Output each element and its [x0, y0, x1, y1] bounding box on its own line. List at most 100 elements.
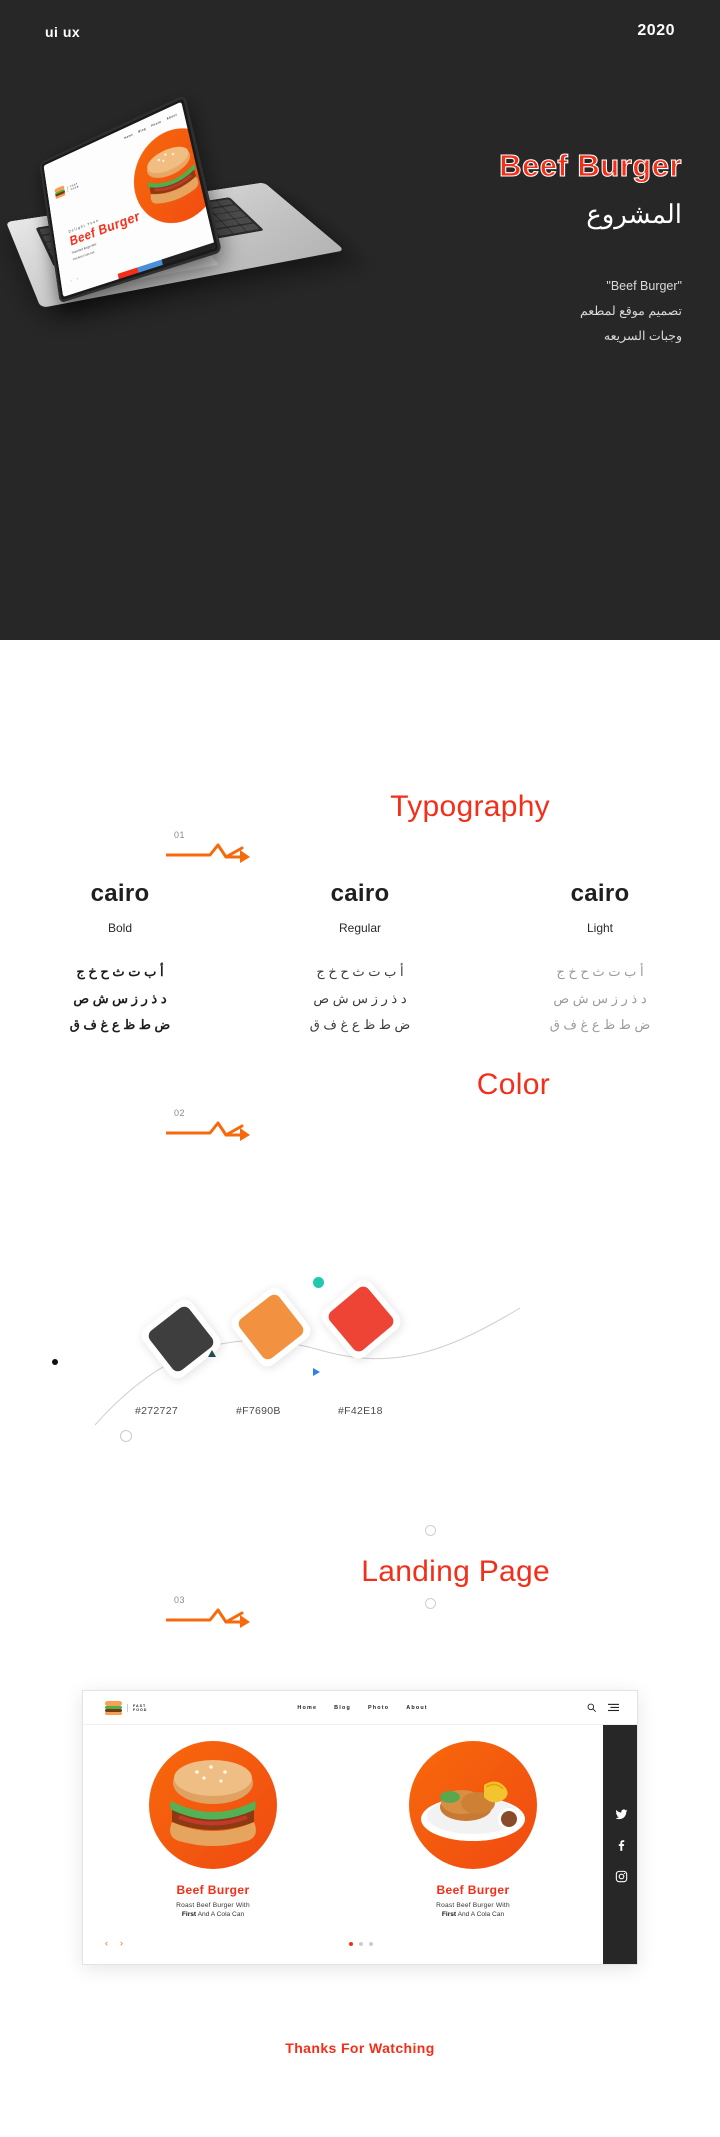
burger-logo-icon [54, 185, 66, 200]
swatch-hex-label: #F42E18 [338, 1405, 383, 1417]
font-weight-label: Light [586, 921, 614, 935]
landing-logo[interactable]: FAST FOOD [105, 1700, 148, 1715]
zigzag-arrow-icon [166, 1121, 250, 1141]
alphabet-row: أ ب ت ث ح خ ج [316, 964, 404, 979]
burger-logo-icon [105, 1700, 122, 1715]
triangle-decoration [313, 1368, 320, 1376]
swatch-hex-label: #F7690B [236, 1405, 281, 1417]
card-subtitle-2: First And A Cola Can [182, 1911, 244, 1918]
ring-decoration [425, 1598, 436, 1609]
landing-nav-item-blog[interactable]: Blog [334, 1705, 351, 1711]
mockup-nav-item[interactable]: Photo [151, 120, 162, 128]
card-circle-backdrop [149, 1741, 277, 1869]
landing-navbar: FAST FOOD Home Blog Photo About [83, 1691, 637, 1725]
landing-body: Beef Burger Roast Beef Burger With First… [83, 1725, 637, 1964]
alphabet-row: أ ب ت ث ح خ ج [556, 964, 644, 979]
hero-description: "Beef Burger" تصميم موقع لمطعم وجبات الس… [352, 274, 682, 349]
ring-decoration [425, 1525, 436, 1536]
mockup-carousel-controls[interactable]: ‹ › [70, 276, 78, 284]
landing-carousel-dots[interactable] [349, 1942, 373, 1946]
alphabet-row: ض ط ظ ع غ ف ق [69, 1017, 171, 1033]
fried-chicken-photo [421, 1781, 525, 1841]
ring-decoration [120, 1430, 132, 1442]
color-palette: #272727 #F7690B #F42E18 [0, 1230, 720, 1460]
landing-logo-line2: FOOD [133, 1707, 148, 1712]
font-family-name: cairo [570, 880, 630, 907]
section-title: Landing Page [361, 1555, 550, 1588]
landing-nav-item-photo[interactable]: Photo [368, 1705, 389, 1711]
font-weight-label: Bold [107, 921, 133, 935]
section-title: Color [476, 1068, 550, 1101]
font-weight-label: Regular [338, 921, 382, 935]
zigzag-arrow-icon [166, 1608, 250, 1628]
arabic-alphabet: أ ب ت ث ح خ ج د ذ ر ز س ش ص ض ط ظ ع غ ف … [480, 959, 720, 1039]
thanks-for-watching: Thanks For Watching [285, 2040, 435, 2056]
section-header-landing: Landing Page 03 [130, 1555, 550, 1635]
landing-nav-item-about[interactable]: About [406, 1705, 428, 1711]
card-subtitle: Roast Beef Burger With [436, 1902, 510, 1909]
card-subtitle-rest: And A Cola Can [196, 1911, 245, 1918]
card-title: Beef Burger [436, 1883, 510, 1897]
burger-photo [170, 1760, 256, 1846]
landing-card-list: Beef Burger Roast Beef Burger With First… [83, 1725, 603, 1964]
wave-divider [0, 470, 720, 640]
section-title: Typography [390, 790, 550, 823]
alphabet-row: د ذ ر ز س ش ص [313, 990, 407, 1006]
section-header-typography: Typography 01 [130, 790, 550, 870]
chevron-left-icon[interactable]: ‹ [105, 1938, 108, 1948]
black-dot-decoration [52, 1359, 58, 1365]
chevron-right-icon[interactable]: › [120, 1938, 123, 1948]
mockup-headline-block: Delight Youn Beef Burger Roast Beef Burg… [68, 203, 144, 263]
landing-nav[interactable]: Home Blog Photo About [297, 1705, 427, 1711]
carousel-dot[interactable] [359, 1942, 363, 1946]
alphabet-row: ض ط ظ ع غ ف ق [549, 1017, 651, 1033]
mockup-nav-item[interactable]: Blog [138, 127, 146, 134]
carousel-dot[interactable] [369, 1942, 373, 1946]
triangle-decoration [208, 1350, 216, 1357]
instagram-icon[interactable] [615, 1870, 628, 1883]
hamburger-menu-icon[interactable] [608, 1703, 619, 1712]
hero-desc-line1: تصميم موقع لمطعم [579, 303, 682, 318]
alphabet-row: أ ب ت ث ح خ ج [76, 964, 164, 979]
hero-subtitle-arabic: المشروع [586, 198, 682, 229]
mockup-nav-item[interactable]: Home [124, 133, 133, 140]
landing-card: Beef Burger Roast Beef Burger With First… [83, 1725, 343, 1964]
carousel-dot-active[interactable] [349, 1942, 353, 1946]
laptop-mockup: Home Blog Photo About FAST FOOD Delight [6, 72, 345, 342]
card-subtitle-strong: First [441, 1911, 457, 1918]
typography-specimen: cairo Light أ ب ت ث ح خ ج د ذ ر ز س ش ص … [480, 880, 720, 1039]
mockup-logo[interactable]: FAST FOOD [54, 179, 80, 200]
landing-card: Beef Burger Roast Beef Burger With First… [343, 1725, 603, 1964]
typography-specimens: cairo Bold أ ب ت ث ح خ ج د ذ ر ز س ش ص ض… [0, 880, 720, 1039]
landing-page-mockup: FAST FOOD Home Blog Photo About Beef Bur… [82, 1690, 638, 1965]
landing-carousel-controls[interactable]: ‹ › [105, 1938, 123, 1948]
typography-specimen: cairo Regular أ ب ت ث ح خ ج د ذ ر ز س ش … [240, 880, 480, 1039]
card-subtitle-2: First And A Cola Can [442, 1911, 504, 1918]
landing-logo-line1: FAST [133, 1703, 147, 1708]
brand-tag: ui ux [45, 24, 81, 40]
card-circle-backdrop [409, 1741, 537, 1869]
typography-specimen: cairo Bold أ ب ت ث ح خ ج د ذ ر ز س ش ص ض… [0, 880, 240, 1039]
hero-text-block: Beef Burger المشروع "Beef Burger" تصميم … [352, 148, 683, 349]
landing-social-rail [603, 1725, 637, 1964]
facebook-icon[interactable] [615, 1839, 628, 1852]
hero-title: Beef Burger [499, 148, 683, 183]
year-label: 2020 [637, 22, 675, 39]
chevron-left-icon[interactable]: ‹ [70, 278, 72, 283]
twitter-icon[interactable] [615, 1808, 628, 1821]
search-icon[interactable] [587, 1703, 596, 1712]
hero-desc-line2: وجبات السريعه [603, 328, 682, 343]
alphabet-row: د ذ ر ز س ش ص [73, 990, 167, 1006]
card-subtitle-rest: And A Cola Can [456, 1911, 505, 1918]
section-header-color: Color 02 [130, 1068, 550, 1148]
hero-section: ui ux 2020 Home Blog Photo About FAST FO… [0, 0, 720, 640]
font-family-name: cairo [90, 880, 150, 907]
teal-dot-decoration [313, 1277, 324, 1288]
mockup-nav-item[interactable]: About [166, 113, 177, 121]
landing-nav-item-home[interactable]: Home [297, 1705, 317, 1711]
alphabet-row: د ذ ر ز س ش ص [553, 990, 647, 1006]
card-title: Beef Burger [176, 1883, 250, 1897]
arabic-alphabet: أ ب ت ث ح خ ج د ذ ر ز س ش ص ض ط ظ ع غ ف … [240, 959, 480, 1039]
chevron-right-icon[interactable]: › [77, 276, 79, 281]
card-subtitle: Roast Beef Burger With [176, 1902, 250, 1909]
